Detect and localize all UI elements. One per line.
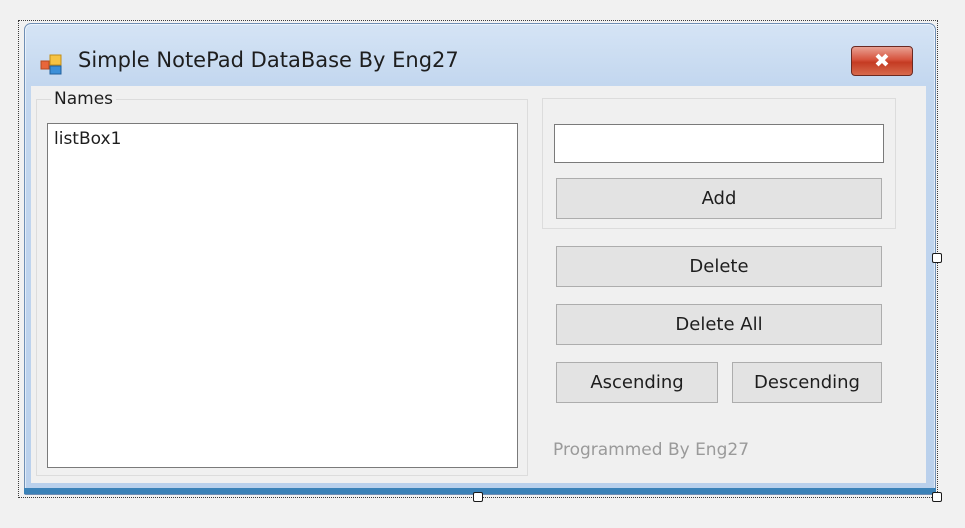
resize-handle-bottom-right[interactable]: [932, 492, 942, 502]
name-input[interactable]: [554, 124, 884, 163]
close-button[interactable]: ✖: [851, 46, 913, 76]
close-icon: ✖: [874, 50, 890, 72]
descending-button[interactable]: Descending: [732, 362, 882, 403]
windows-form-icon: [40, 54, 62, 75]
delete-all-button[interactable]: Delete All: [556, 304, 882, 345]
names-listbox[interactable]: listBox1: [47, 123, 518, 468]
resize-handle-right[interactable]: [932, 253, 942, 263]
window-title: Simple NotePad DataBase By Eng27: [78, 48, 459, 72]
names-groupbox-label: Names: [51, 89, 117, 109]
delete-button[interactable]: Delete: [556, 246, 882, 287]
listbox-placeholder-text: listBox1: [54, 129, 122, 149]
add-button[interactable]: Add: [556, 178, 882, 219]
credit-label: Programmed By Eng27: [553, 440, 750, 460]
ascending-button[interactable]: Ascending: [556, 362, 718, 403]
resize-handle-bottom[interactable]: [473, 492, 483, 502]
